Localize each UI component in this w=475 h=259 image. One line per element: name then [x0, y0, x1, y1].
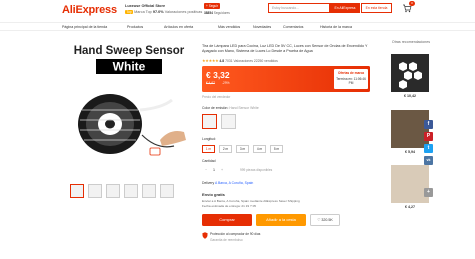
- store-tag: Top: [125, 10, 134, 14]
- sold-count: 22250 vendidos: [253, 59, 278, 63]
- pinterest-share-icon[interactable]: P: [424, 132, 433, 141]
- length-option-4m[interactable]: 4 m: [253, 145, 266, 153]
- store-nav-brand-story[interactable]: Historia de la marca: [320, 25, 352, 29]
- recommendation-image-3[interactable]: [391, 165, 429, 203]
- protection-subtitle: Garantía de reembolso: [210, 237, 243, 242]
- heart-icon: ♡: [317, 218, 321, 222]
- shipping-title: Envío gratis: [202, 192, 225, 197]
- followers-label: Seguidores: [213, 11, 230, 15]
- qty-value[interactable]: 1: [210, 168, 218, 172]
- wishlist-count: 320.5K: [321, 218, 333, 222]
- seller-price-note: Precio del vendedor: [202, 95, 231, 99]
- aliexpress-logo[interactable]: AliExpress: [62, 4, 117, 16]
- add-to-cart-button[interactable]: Añadir a la cesta: [256, 214, 306, 226]
- qty-minus-button[interactable]: −: [202, 168, 210, 172]
- buyer-protection: Protección al comprador de 90 días Garan…: [210, 232, 260, 242]
- store-nav: Página principal de la tienda Productos …: [0, 22, 475, 31]
- quantity-available: 999 piezas disponibles: [240, 168, 273, 172]
- search-input[interactable]: Estoy buscando...: [268, 3, 330, 13]
- recommendation-image-1[interactable]: [391, 54, 429, 92]
- recommendation-price-3: € 4,27: [405, 205, 415, 209]
- store-rating-text: Valoraciones positivas: [164, 10, 203, 14]
- store-rating-pct: 97.0%: [152, 10, 164, 14]
- delivery-location[interactable]: A Barca, A Coruña, Spain: [215, 181, 253, 185]
- product-rating: ★★★★★ 4.8 7031 Valoraciones 22250 vendid…: [202, 58, 278, 63]
- original-price: € 4,67: [206, 81, 215, 85]
- discount: -29%: [222, 81, 230, 85]
- color-label: Color de emisión: Hand Sensor White: [202, 106, 259, 110]
- rating-value: 4.8: [219, 59, 225, 63]
- shipping-line-1: Enviar a A Barca, A Coruña, Spain median…: [202, 199, 300, 203]
- followers-count: 38854: [204, 11, 213, 15]
- shipping-line-2: Fecha estimada de entrega: 21 19 ? 05: [202, 204, 257, 208]
- length-option-1m[interactable]: 1 m: [202, 145, 215, 153]
- promo-badge: Ofertas de marca Termina en: 11:06:46 PM: [334, 69, 368, 89]
- color-value: Hand Sensor White: [229, 106, 259, 110]
- color-option-1[interactable]: [202, 114, 217, 129]
- product-title: Tira de Lámpara LED para Cocina, Luz LED…: [202, 44, 368, 53]
- qty-plus-button[interactable]: +: [218, 168, 226, 172]
- thumbnail-5[interactable]: [142, 184, 156, 198]
- store-nav-reviews[interactable]: Comentarios: [283, 25, 303, 29]
- length-option-5m[interactable]: 5 m: [270, 145, 283, 153]
- color-option-2[interactable]: [221, 114, 236, 129]
- vk-share-icon[interactable]: vk: [424, 156, 433, 165]
- length-option-3m[interactable]: 3 m: [236, 145, 249, 153]
- facebook-share-icon[interactable]: f: [424, 120, 433, 129]
- thumbnail-4[interactable]: [124, 184, 138, 198]
- more-share-icon[interactable]: +: [424, 188, 433, 197]
- image-caption-2: White: [113, 60, 146, 74]
- store-nav-products[interactable]: Productos: [127, 25, 143, 29]
- promo-title: Ofertas de marca: [337, 71, 365, 75]
- follow-button[interactable]: + Seguir: [204, 3, 220, 9]
- followers: 38854 Seguidores: [204, 11, 230, 15]
- quantity-label: Cantidad: [202, 159, 216, 163]
- buy-now-button[interactable]: Comprar: [202, 214, 252, 226]
- wishlist-button[interactable]: ♡ 320.5K: [310, 214, 340, 226]
- recommendation-price-1: € 10,42: [404, 94, 416, 98]
- color-label-text: Color de emisión:: [202, 106, 229, 110]
- shield-icon: [202, 232, 208, 239]
- store-nav-home[interactable]: Página principal de la tienda: [62, 25, 107, 29]
- store-nav-new[interactable]: Novedades: [253, 25, 271, 29]
- image-caption-1: Hand Sweep Sensor: [74, 45, 185, 57]
- quantity-stepper: −1 +: [202, 168, 226, 172]
- twitter-share-icon[interactable]: t: [424, 144, 433, 153]
- thumbnail-3[interactable]: [106, 184, 120, 198]
- protection-title: Protección al comprador de 90 días: [210, 232, 261, 236]
- length-label: Longitud:: [202, 137, 216, 141]
- store-nav-deals[interactable]: Artículos en oferta: [164, 25, 193, 29]
- delivery-label: Delivery: [202, 181, 215, 185]
- store-name[interactable]: Luxeuse Official Store: [125, 4, 202, 8]
- recommendation-image-2[interactable]: [391, 110, 429, 148]
- price-box: € 3,32 € 4,67 -29% Ofertas de marca Term…: [202, 66, 370, 92]
- promo-time: Termina en: 11:06:46 PM: [336, 77, 366, 85]
- cart-count-badge: 0: [409, 1, 415, 6]
- delivery-row: Delivery A Barca, A Coruña, Spain: [202, 181, 253, 185]
- thumbnail-6[interactable]: [160, 184, 174, 198]
- length-option-2m[interactable]: 2 m: [219, 145, 232, 153]
- store-nav-bestsellers[interactable]: Más vendidos: [218, 25, 240, 29]
- rating-stars-icon: ★★★★★: [202, 58, 219, 63]
- thumbnail-2[interactable]: [88, 184, 102, 198]
- review-count[interactable]: 7031 Valoraciones: [225, 59, 253, 63]
- recommendations-title: Otras recomendaciones: [391, 40, 431, 44]
- store-info: Luxeuse Official Store Top Marca Top 97.0…: [125, 4, 202, 14]
- search-store-button[interactable]: En esta tienda: [361, 3, 392, 13]
- search-aliexpress-button[interactable]: En AliExpress: [330, 3, 360, 13]
- thumbnail-1[interactable]: [70, 184, 84, 198]
- store-badge: Marca Top: [134, 10, 152, 14]
- product-main-image[interactable]: Hand Sweep Sensor White: [62, 40, 196, 174]
- current-price: € 3,32: [206, 70, 230, 80]
- store-sub: Top Marca Top 97.0% Valoraciones positiva…: [125, 10, 202, 14]
- header: AliExpress Luxeuse Official Store Top Mar…: [0, 0, 475, 22]
